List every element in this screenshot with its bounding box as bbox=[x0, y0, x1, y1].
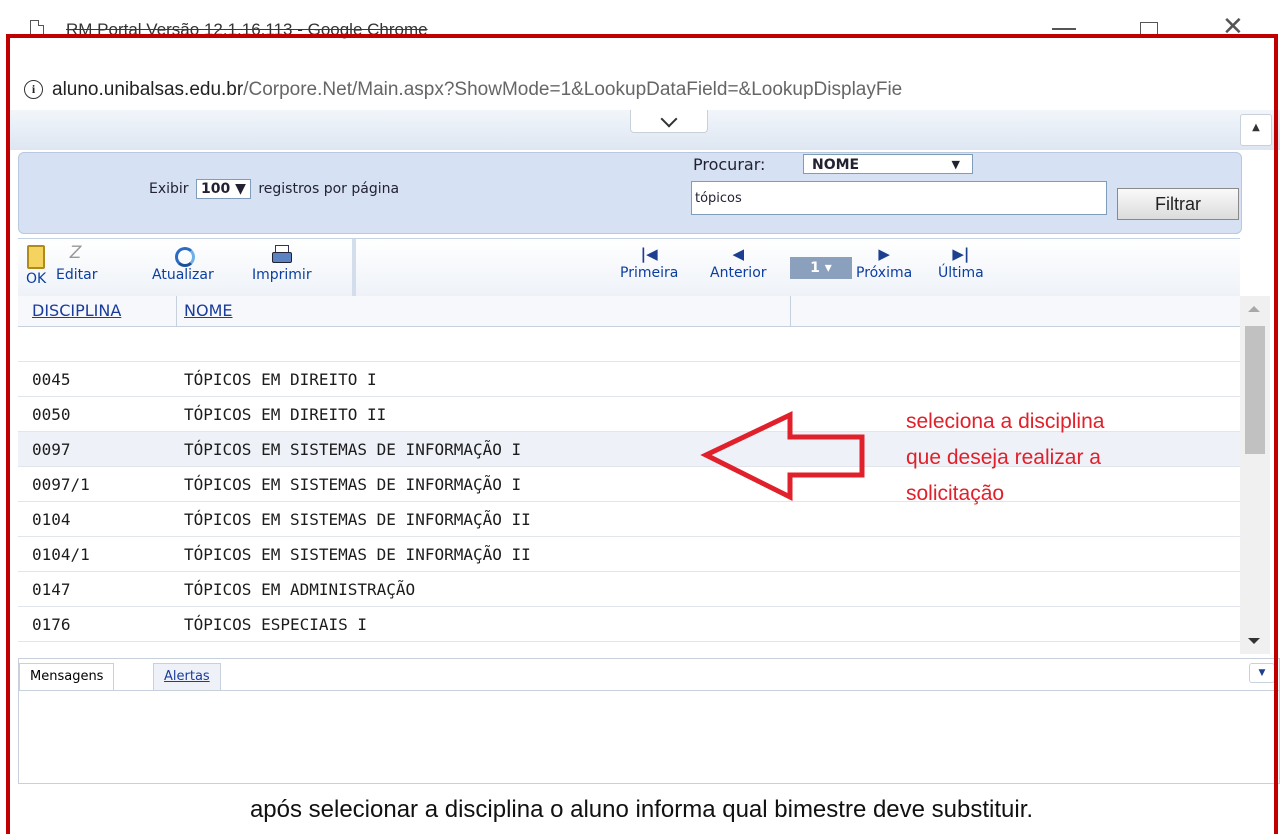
print-button[interactable]: Imprimir bbox=[252, 245, 312, 283]
column-separator bbox=[176, 296, 177, 326]
table-header: DISCIPLINA NOME bbox=[18, 296, 1240, 327]
search-field-select[interactable]: NOME ▼ bbox=[803, 154, 973, 174]
search-input[interactable]: tópicos bbox=[691, 181, 1107, 215]
dropdown-arrow-icon: ▼ bbox=[951, 158, 960, 171]
address-bar[interactable]: i aluno.unibalsas.edu.br/Corpore.Net/Mai… bbox=[10, 70, 1280, 110]
previous-page-label: Anterior bbox=[710, 265, 767, 281]
table-row[interactable]: 0045 TÓPICOS EM DIREITO I bbox=[18, 362, 1240, 397]
refresh-label: Atualizar bbox=[152, 267, 214, 283]
url-text[interactable]: aluno.unibalsas.edu.br/Corpore.Net/Main.… bbox=[52, 79, 902, 101]
cell-disciplina: 0176 bbox=[32, 615, 71, 634]
scroll-down-icon[interactable] bbox=[1248, 638, 1260, 644]
last-page-button[interactable]: ▶| Última bbox=[938, 245, 984, 281]
toolbar-divider bbox=[352, 239, 356, 297]
chevron-down-icon bbox=[660, 110, 678, 128]
cell-disciplina: 0104 bbox=[32, 510, 71, 529]
edit-label: Editar bbox=[56, 267, 98, 283]
scroll-up-icon[interactable] bbox=[1248, 306, 1260, 312]
cell-nome: TÓPICOS EM SISTEMAS DE INFORMAÇÃO I bbox=[184, 475, 522, 494]
cell-nome: TÓPICOS EM SISTEMAS DE INFORMAÇÃO II bbox=[184, 545, 531, 564]
ok-button[interactable]: OK bbox=[26, 245, 46, 287]
page-select[interactable]: 1 ▾ bbox=[790, 257, 852, 279]
cell-nome: TÓPICOS EM SISTEMAS DE INFORMAÇÃO I bbox=[184, 440, 522, 459]
maximize-icon[interactable] bbox=[1140, 22, 1158, 38]
refresh-icon bbox=[173, 245, 195, 267]
cell-nome: TÓPICOS EM DIREITO I bbox=[184, 370, 377, 389]
first-page-icon: |◀ bbox=[640, 245, 658, 263]
info-icon[interactable]: i bbox=[24, 80, 43, 99]
previous-page-icon: ◀ bbox=[732, 245, 745, 263]
page-number: 1 bbox=[810, 260, 820, 276]
panel-collapse-button[interactable]: ▼ bbox=[1249, 663, 1275, 683]
window-title: RM Portal Versão 12.1.16.113 - Google Ch… bbox=[66, 20, 428, 39]
table-row[interactable]: 0147 TÓPICOS EM ADMINISTRAÇÃO bbox=[18, 572, 1240, 607]
next-page-button[interactable]: ▶ Próxima bbox=[856, 245, 912, 281]
page-icon bbox=[30, 20, 44, 37]
filter-button[interactable]: Filtrar bbox=[1117, 188, 1239, 220]
page-size-row: Exibir 100 ▼ registros por página bbox=[149, 179, 399, 199]
edit-button[interactable]: Editar bbox=[56, 243, 98, 283]
last-page-label: Última bbox=[938, 265, 984, 281]
table-scrollbar[interactable] bbox=[1240, 296, 1270, 654]
tab-mensagens[interactable]: Mensagens bbox=[19, 663, 115, 690]
printer-icon bbox=[271, 245, 292, 265]
column-header-nome[interactable]: NOME bbox=[184, 301, 232, 320]
save-icon bbox=[27, 245, 46, 269]
search-field-value: NOME bbox=[812, 157, 860, 173]
tab-divider bbox=[19, 690, 1279, 691]
minimize-icon[interactable] bbox=[1052, 28, 1076, 30]
grid-toolbar: OK Editar Atualizar Imprimir |◀ Primeira… bbox=[18, 238, 1240, 297]
previous-page-button[interactable]: ◀ Anterior bbox=[710, 245, 767, 281]
annotation-text: seleciona a disciplina que deseja realiz… bbox=[906, 404, 1226, 512]
table-row[interactable]: 0104/1 TÓPICOS EM SISTEMAS DE INFORMAÇÃO… bbox=[18, 537, 1240, 572]
annotation-line: solicitação bbox=[906, 482, 1005, 505]
table-row[interactable]: 0176 TÓPICOS ESPECIAIS I bbox=[18, 607, 1240, 642]
cell-nome: TÓPICOS EM ADMINISTRAÇÃO bbox=[184, 580, 416, 599]
refresh-button[interactable]: Atualizar bbox=[152, 245, 214, 283]
cell-disciplina: 0050 bbox=[32, 405, 71, 424]
ok-label: OK bbox=[26, 271, 47, 287]
close-icon[interactable]: ✕ bbox=[1222, 14, 1244, 40]
scrollbar-thumb[interactable] bbox=[1245, 326, 1265, 454]
collapse-toggle[interactable] bbox=[630, 110, 708, 133]
first-page-button[interactable]: |◀ Primeira bbox=[620, 245, 678, 281]
first-page-label: Primeira bbox=[620, 265, 679, 281]
page-size-suffix: registros por página bbox=[258, 181, 400, 197]
table-row-blank bbox=[18, 327, 1240, 362]
scroll-top-button[interactable]: ▲ bbox=[1240, 114, 1272, 146]
procurar-label: Procurar: bbox=[693, 155, 766, 174]
messages-panel: Mensagens Alertas ▼ bbox=[18, 658, 1280, 784]
last-page-icon: ▶| bbox=[952, 245, 970, 263]
next-page-icon: ▶ bbox=[878, 245, 890, 263]
page-size-select[interactable]: 100 ▼ bbox=[196, 179, 251, 199]
cell-disciplina: 0097 bbox=[32, 440, 71, 459]
cell-nome: TÓPICOS ESPECIAIS I bbox=[184, 615, 368, 634]
exibir-label: Exibir bbox=[149, 181, 189, 197]
cell-nome: TÓPICOS EM SISTEMAS DE INFORMAÇÃO II bbox=[184, 510, 531, 529]
filter-panel: Exibir 100 ▼ registros por página Procur… bbox=[18, 152, 1242, 234]
print-label: Imprimir bbox=[252, 267, 312, 283]
cell-disciplina: 0045 bbox=[32, 370, 71, 389]
cell-nome: TÓPICOS EM DIREITO II bbox=[184, 405, 387, 424]
next-page-label: Próxima bbox=[856, 265, 913, 281]
url-path: /Corpore.Net/Main.aspx?ShowMode=1&Lookup… bbox=[243, 79, 903, 100]
column-separator bbox=[790, 296, 791, 326]
cell-disciplina: 0104/1 bbox=[32, 545, 90, 564]
caption-text: após selecionar a disciplina o aluno inf… bbox=[249, 796, 1034, 823]
browser-title-bar: RM Portal Versão 12.1.16.113 - Google Ch… bbox=[0, 0, 1283, 40]
cell-disciplina: 0147 bbox=[32, 580, 71, 599]
page-size-value: 100 bbox=[201, 181, 231, 197]
column-header-disciplina[interactable]: DISCIPLINA bbox=[32, 301, 121, 320]
edit-icon bbox=[70, 243, 84, 265]
cell-disciplina: 0097/1 bbox=[32, 475, 90, 494]
url-host: aluno.unibalsas.edu.br bbox=[52, 79, 244, 100]
annotation-line: que deseja realizar a bbox=[906, 446, 1101, 469]
annotation-line: seleciona a disciplina bbox=[906, 410, 1105, 433]
tab-alertas[interactable]: Alertas bbox=[153, 663, 221, 690]
